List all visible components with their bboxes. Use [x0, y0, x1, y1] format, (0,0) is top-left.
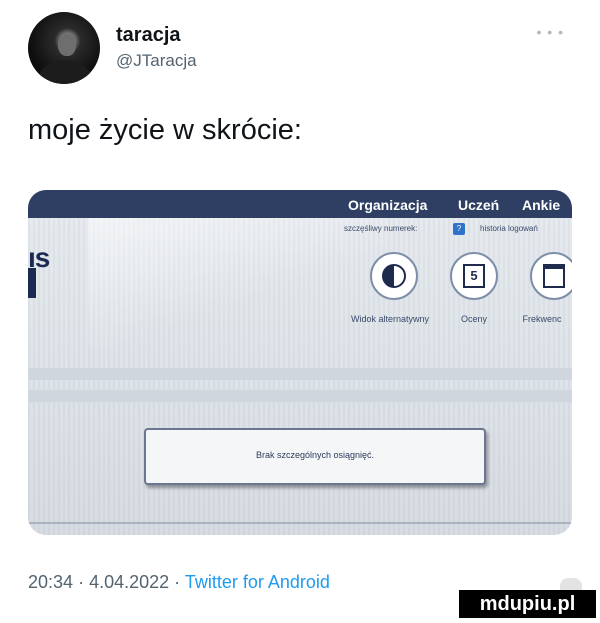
attendance-button — [530, 252, 572, 300]
tweet-text: moje życie w skrócie: — [28, 114, 302, 146]
tweet-timestamp[interactable]: 20:34 · 4.04.2022 · Twitter for Android — [28, 572, 330, 593]
more-options-icon[interactable]: • • • — [537, 24, 564, 40]
avatar-figure — [38, 60, 92, 84]
achievements-box: Brak szczególnych osiągnięć. — [144, 428, 486, 485]
screen-glare — [88, 210, 388, 350]
grades-label: Oceny — [460, 314, 487, 324]
tweet-source-link[interactable]: Twitter for Android — [185, 572, 330, 592]
alt-view-label: Widok alternatywny — [350, 314, 430, 324]
left-block-fragment — [28, 268, 36, 298]
site-watermark: mdupiu.pl — [459, 590, 596, 618]
eye-icon — [382, 264, 406, 288]
attendance-label: Frekwenc — [522, 314, 562, 324]
tweet-time: 20:34 — [28, 572, 74, 592]
avatar-face — [58, 34, 76, 56]
achievements-message: Brak szczególnych osiągnięć. — [255, 450, 375, 460]
calendar-icon — [543, 264, 565, 288]
meta-separator: · — [78, 572, 85, 592]
author-avatar[interactable] — [28, 12, 100, 84]
photo-nav-bar: Organizacja Uczeń Ankie — [28, 190, 572, 218]
lucky-number-badge: ? — [453, 223, 465, 235]
alt-view-button — [370, 252, 418, 300]
tweet-photo[interactable]: Organizacja Uczeń Ankie szczęśliwy numer… — [28, 190, 572, 535]
row-divider — [28, 368, 572, 380]
tweet-date: 4.04.2022 — [89, 572, 170, 592]
nav-item-ankiety: Ankie — [522, 197, 561, 213]
grades-button: 5 — [450, 252, 498, 300]
nav-item-organizacja: Organizacja — [348, 197, 428, 213]
lucky-number-label: szczęśliwy numerek: — [344, 224, 418, 233]
grade-icon: 5 — [463, 264, 485, 288]
login-history-link: historia logowań — [480, 224, 538, 233]
author-name[interactable]: taracja — [116, 24, 181, 47]
photo-bottom-line — [28, 522, 572, 524]
nav-item-uczen: Uczeń — [458, 197, 500, 213]
row-divider — [28, 390, 572, 402]
watermark-decoration — [560, 578, 582, 590]
author-handle[interactable]: @JTaracja — [116, 51, 197, 71]
meta-separator: · — [174, 572, 181, 592]
